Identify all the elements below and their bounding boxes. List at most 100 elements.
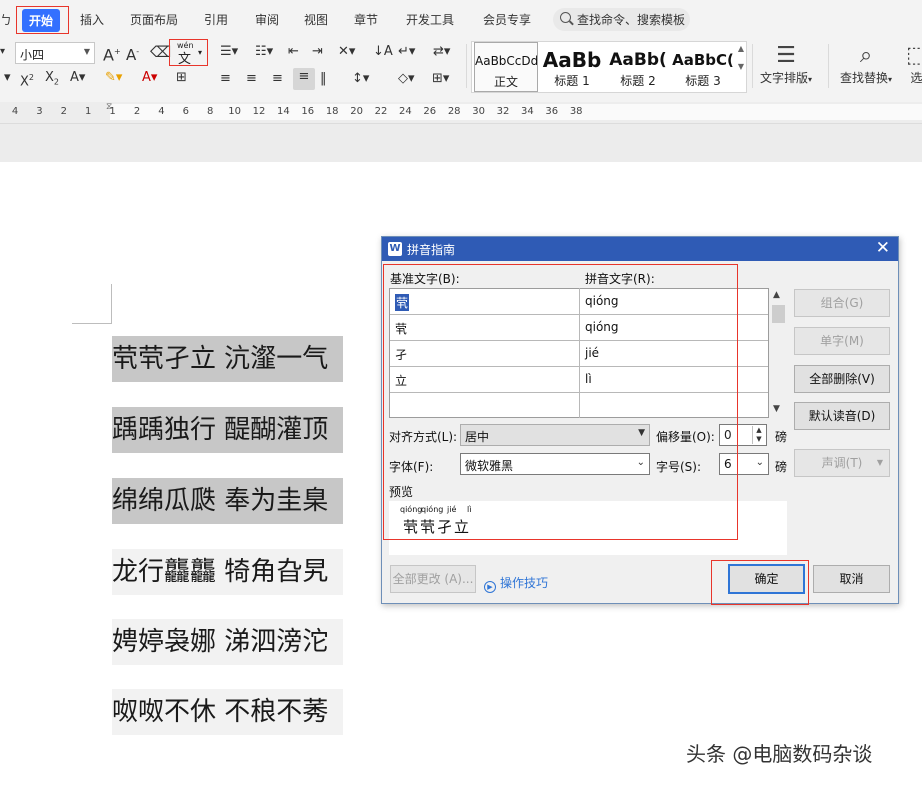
align-left-icon[interactable]: ≡ <box>220 70 231 88</box>
select-button[interactable]: ⬚ 选 <box>906 43 922 86</box>
sort-icon[interactable]: ↓A <box>373 43 393 61</box>
ruler-number: 2 <box>133 106 141 117</box>
select-label: 选 <box>910 71 922 85</box>
command-search[interactable]: 查找命令、搜索模板 <box>553 8 690 31</box>
tab-chapter[interactable]: 章节 <box>354 11 378 28</box>
shading-icon[interactable]: ◇▾ <box>398 70 415 88</box>
align-center-icon[interactable]: ≡ <box>246 70 257 88</box>
char-border-icon[interactable]: ⊞ <box>176 69 187 87</box>
single-char-button[interactable]: 单字(M) <box>794 327 890 355</box>
gallery-scroll-down-icon[interactable]: ▼ <box>738 62 744 71</box>
tab-review[interactable]: 审阅 <box>255 11 279 28</box>
cancel-button[interactable]: 取消 <box>813 565 890 593</box>
scroll-thumb[interactable] <box>772 305 785 323</box>
style-sample: AaBbCcDd <box>475 54 538 68</box>
more-paragraph-icon[interactable]: ⇄▾ <box>433 43 450 61</box>
close-icon[interactable]: ✕ <box>876 238 890 258</box>
highlight-pinyin-button <box>169 39 208 66</box>
document-line[interactable]: 踽踽独行 醍醐灌顶 <box>112 407 343 453</box>
style-sample: AaBbC( <box>672 51 734 69</box>
show-marks-icon[interactable]: ↵▾ <box>398 43 415 61</box>
text-layout-icon: ☰ <box>776 43 796 68</box>
page-corner-mark <box>72 323 112 324</box>
gallery-scroll-up-icon[interactable]: ▲ <box>738 44 744 53</box>
font-color-icon[interactable]: A▾ <box>142 69 157 87</box>
font-size-select[interactable]: 小四 ▼ <box>15 42 95 64</box>
search-icon <box>560 12 571 23</box>
decrease-indent-icon[interactable]: ⇤ <box>288 43 299 61</box>
document-line[interactable]: 茕茕孑立 沆瀣一气 <box>112 336 343 382</box>
ruler-number: 8 <box>207 106 214 117</box>
tips-link[interactable]: ▶ 操作技巧 <box>484 574 548 593</box>
highlight-ok-button <box>711 560 809 605</box>
borders-icon[interactable]: ⊞▾ <box>432 70 449 88</box>
document-line[interactable]: 呶呶不休 不稂不莠 <box>112 689 343 735</box>
style-normal[interactable]: AaBbCcDd 正文 <box>474 42 538 92</box>
increase-indent-icon[interactable]: ⇥ <box>312 43 323 61</box>
tab-membership[interactable]: 会员专享 <box>483 11 531 28</box>
tab-view[interactable]: 视图 <box>304 11 328 28</box>
dialog-title-bar: W 拼音指南 ✕ <box>382 237 898 261</box>
delete-all-button[interactable]: 全部删除(V) <box>794 365 890 393</box>
ruler-number: 34 <box>521 106 534 117</box>
tab-insert[interactable]: 插入 <box>80 11 104 28</box>
document-line[interactable]: 龙行龘龘 犄角旮旯 <box>112 549 343 595</box>
line-spacing-icon[interactable]: ↕▾ <box>352 70 369 88</box>
scroll-down-icon[interactable]: ▼ <box>773 404 780 414</box>
style-heading-1[interactable]: AaBb 标题 1 <box>540 42 604 92</box>
tab-references[interactable]: 引用 <box>204 11 228 28</box>
ruler-number: 30 <box>472 106 485 117</box>
highlight-color-icon[interactable]: ✎▾ <box>105 69 122 87</box>
bullet-list-icon[interactable]: ☰▾ <box>220 43 238 61</box>
document-line[interactable]: 绵绵瓜瓞 奉为圭臬 <box>112 478 343 524</box>
stepper-arrows-icon[interactable]: ▲ ▼ <box>752 426 765 444</box>
font-name-dropdown-edge-icon[interactable]: ▾ <box>0 43 5 61</box>
indent-marker-icon[interactable]: ⧖ <box>106 102 112 112</box>
ruler-number: 38 <box>569 106 583 117</box>
tone-button[interactable]: 声调(T) ▼ <box>794 449 890 477</box>
ruler-number: 1 <box>85 106 92 117</box>
find-replace-label: 查找替换 <box>840 71 889 85</box>
subscript-icon[interactable]: X2 <box>45 69 59 92</box>
shrink-font-icon[interactable]: A- <box>126 43 139 64</box>
ruler-number: 14 <box>277 106 290 117</box>
tab-partial[interactable]: ㄅ <box>0 11 12 28</box>
style-name: 标题 2 <box>620 74 656 88</box>
tab-developer[interactable]: 开发工具 <box>406 11 454 28</box>
style-heading-3[interactable]: AaBbC( 标题 3 <box>672 42 734 92</box>
default-reading-button[interactable]: 默认读音(D) <box>794 402 890 430</box>
align-right-icon[interactable]: ≡ <box>272 70 283 88</box>
numbered-list-icon[interactable]: ☷▾ <box>255 43 273 61</box>
change-all-button[interactable]: 全部更改 (A)... <box>390 565 476 593</box>
toolbar-separator <box>752 44 753 88</box>
grow-font-icon[interactable]: A+ <box>103 43 121 64</box>
offset-unit: 磅 <box>775 430 788 444</box>
select-icon: ⬚ <box>906 43 922 68</box>
underline-edge-icon[interactable]: ▾ <box>4 69 11 87</box>
style-gallery[interactable]: AaBbCcDd 正文 AaBb 标题 1 AaBb( 标题 2 AaBbC( … <box>471 41 747 93</box>
combine-button[interactable]: 组合(G) <box>794 289 890 317</box>
ruler-number: 6 <box>182 106 189 117</box>
style-heading-2[interactable]: AaBb( 标题 2 <box>606 42 670 92</box>
tone-label: 声调(T) <box>821 456 863 470</box>
ruler-number: 12 <box>252 106 266 117</box>
find-replace-button[interactable]: ⌕ 查找替换▾ <box>840 43 892 86</box>
watermark: 头条 @电脑数码杂谈 <box>686 742 873 766</box>
justify-icon[interactable]: ≡ <box>293 68 315 90</box>
tab-page-layout[interactable]: 页面布局 <box>130 11 178 28</box>
text-effect-icon[interactable]: A▾ <box>70 69 85 87</box>
grid-scrollbar[interactable]: ▲ ▼ <box>770 288 787 418</box>
chinese-layout-icon[interactable]: ✕▾ <box>338 43 355 61</box>
magnifier-icon: ⌕ <box>859 43 873 68</box>
distribute-icon[interactable]: ‖ <box>320 70 327 88</box>
search-placeholder: 查找命令、搜索模板 <box>577 13 686 27</box>
style-name: 标题 3 <box>685 74 721 88</box>
superscript-icon[interactable]: X2 <box>20 69 34 91</box>
ruler-number: 26 <box>423 106 437 117</box>
toolbar-separator <box>466 44 467 88</box>
document-line[interactable]: 娉婷袅娜 涕泗滂沱 <box>112 619 343 665</box>
ruler-number: 24 <box>399 106 412 117</box>
scroll-up-icon[interactable]: ▲ <box>773 290 780 300</box>
ruler-number: 20 <box>350 106 363 117</box>
text-layout-button[interactable]: ☰ 文字排版▾ <box>760 43 812 86</box>
